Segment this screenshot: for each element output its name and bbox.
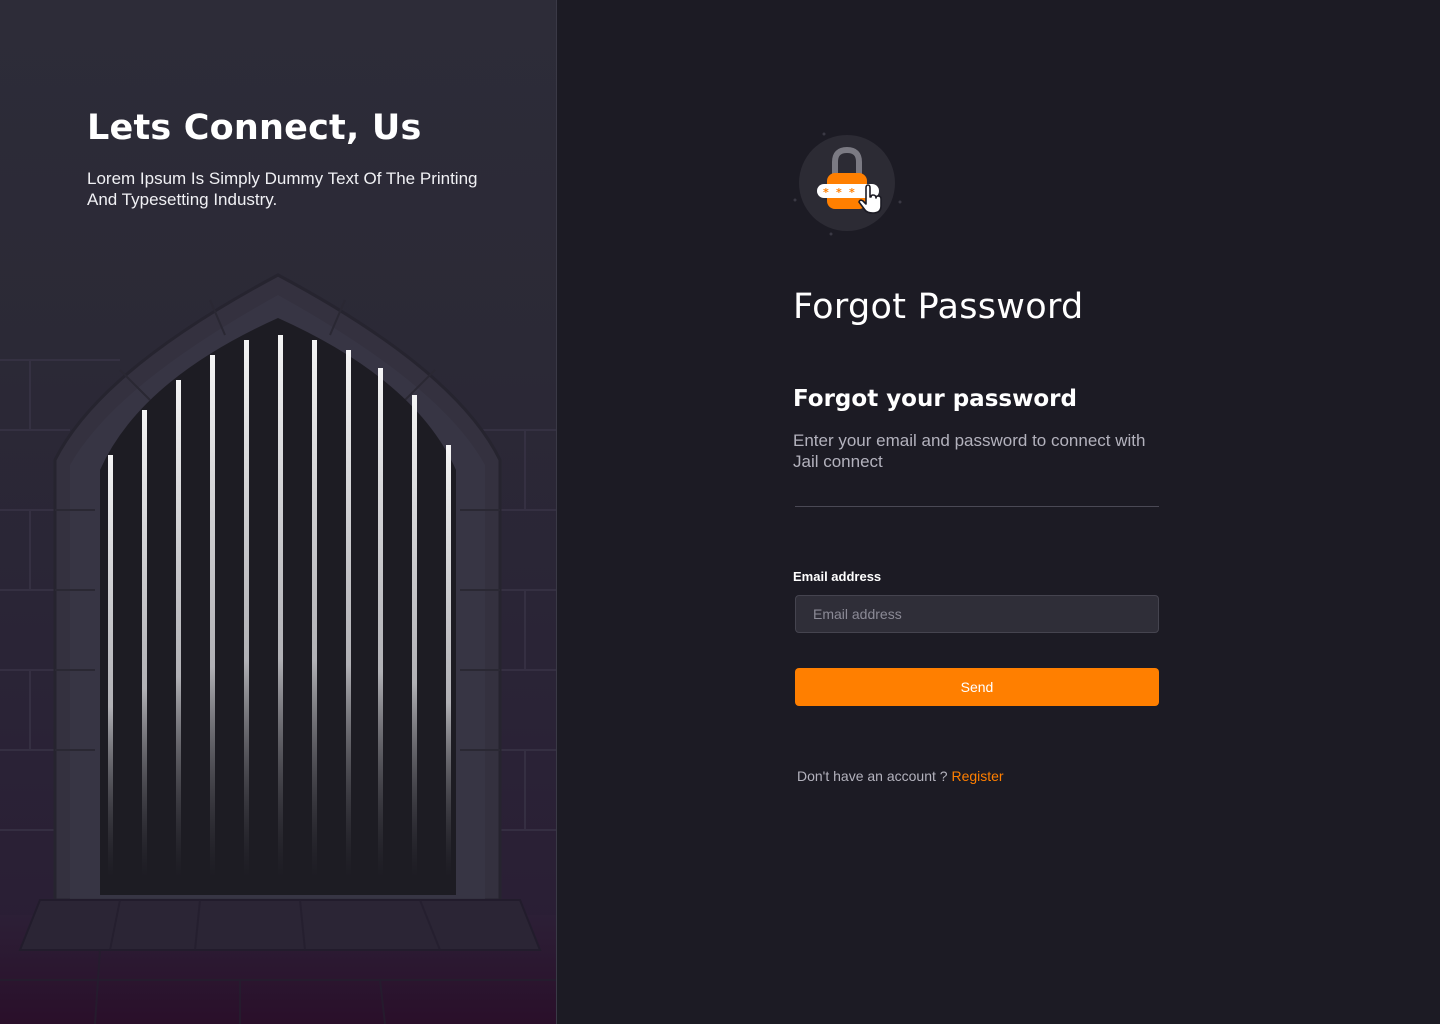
left-subtitle: Lorem Ipsum Is Simply Dummy Text Of The … bbox=[87, 169, 478, 209]
form-divider bbox=[795, 506, 1159, 507]
svg-text:*: * bbox=[849, 186, 855, 199]
lock-password-icon: * * * bbox=[793, 132, 902, 236]
left-title: Lets Connect, Us bbox=[87, 108, 422, 148]
section-description: Enter your email and password to connect… bbox=[793, 431, 1146, 471]
svg-text:*: * bbox=[836, 186, 842, 199]
register-link[interactable]: Register bbox=[951, 768, 1003, 784]
svg-text:*: * bbox=[823, 186, 829, 199]
prison-gate-illustration bbox=[0, 273, 557, 1024]
left-panel: Lets Connect, Us Lorem Ipsum Is Simply D… bbox=[0, 0, 557, 1024]
send-button[interactable]: Send bbox=[795, 668, 1159, 706]
right-panel bbox=[557, 0, 1440, 1024]
section-title: Forgot your password bbox=[793, 386, 1077, 412]
page-title: Forgot Password bbox=[793, 287, 1084, 327]
register-prompt-text: Don't have an account ? bbox=[797, 768, 948, 784]
email-field[interactable] bbox=[795, 595, 1159, 633]
email-label: Email address bbox=[793, 569, 882, 584]
register-prompt: Don't have an account ? Register bbox=[797, 768, 1004, 784]
